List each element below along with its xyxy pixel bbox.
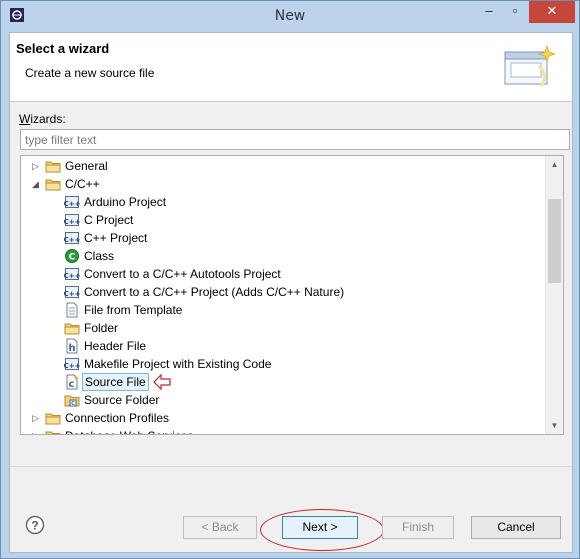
folder-icon <box>64 320 80 336</box>
svg-text:C++: C++ <box>64 272 80 280</box>
tree-item-label: Connection Profiles <box>65 411 170 425</box>
tree-item-label: General <box>65 159 108 173</box>
svg-text:C: C <box>69 253 76 263</box>
tree-item-label: Makefile Project with Existing Code <box>84 357 272 371</box>
cpp-project-icon: C++ <box>64 356 81 372</box>
svg-text:h: h <box>68 343 75 354</box>
tree-item[interactable]: C Class <box>21 247 541 265</box>
vertical-scrollbar[interactable]: ▲ ▼ <box>545 156 563 434</box>
finish-button[interactable]: Finish <box>382 516 454 539</box>
wizard-banner-icon <box>504 45 555 87</box>
new-wizard-window: New – ▫ ✕ Select a wizard Create a new s… <box>0 0 580 559</box>
class-icon: C <box>64 248 80 264</box>
svg-text:C++: C++ <box>64 236 80 244</box>
tree-item-label: C/C++ <box>65 177 100 191</box>
tree-item[interactable]: C++ C Project <box>21 211 541 229</box>
tree-item-label: Folder <box>84 321 119 335</box>
collapsed-arrow-icon[interactable]: ▷ <box>32 413 42 423</box>
tree-item-label: C++ Project <box>84 231 148 245</box>
help-icon[interactable]: ? <box>25 515 45 535</box>
tree-item-label: Source File <box>82 373 149 391</box>
tree-item[interactable]: C++ Convert to a C/C++ Project (Adds C/C+… <box>21 283 541 301</box>
cpp-project-icon: C++ <box>64 230 81 246</box>
tree-item[interactable]: ◢ C/C++ <box>21 175 541 193</box>
tree-item-label: Convert to a C/C++ Project (Adds C/C++ N… <box>84 285 345 299</box>
folder-icon <box>45 176 61 192</box>
tree-item[interactable]: File from Template <box>21 301 541 319</box>
svg-text:?: ? <box>31 519 38 533</box>
tree-item-label: Convert to a C/C++ Autotools Project <box>84 267 281 281</box>
collapsed-arrow-icon[interactable]: ▷ <box>32 161 42 171</box>
tree-item-label: C Project <box>84 213 134 227</box>
maximize-button[interactable]: ▫ <box>502 1 528 23</box>
tree-item[interactable]: ▷ General <box>21 157 541 175</box>
next-highlight-circle <box>260 509 384 551</box>
header-file-icon: h <box>64 338 80 354</box>
tree-item[interactable]: ▷ Database Web Services <box>21 427 541 434</box>
tree-item[interactable]: C++ Convert to a C/C++ Autotools Project <box>21 265 541 283</box>
filter-input[interactable] <box>20 129 570 150</box>
source-folder-icon: C <box>64 392 80 408</box>
cpp-project-icon: C++ <box>64 194 81 210</box>
tree-item[interactable]: ▷ Connection Profiles <box>21 409 541 427</box>
wizard-tree: ▷ General ◢ C/C++ C++ Arduino Project C++ C Pro… <box>20 155 564 435</box>
banner-title: Select a wizard <box>16 41 110 56</box>
tree-item[interactable]: c Source File <box>21 373 541 391</box>
scroll-thumb[interactable] <box>548 199 561 283</box>
tree-item-label: Database Web Services <box>63 427 196 434</box>
folder-icon <box>45 158 61 174</box>
cpp-project-icon: C++ <box>64 284 81 300</box>
wizards-label: Wizards: <box>19 112 66 126</box>
dialog-client: Select a wizard Create a new source file… <box>9 32 573 553</box>
collapsed-arrow-icon[interactable]: ▷ <box>32 431 42 434</box>
close-button[interactable]: ✕ <box>529 1 575 23</box>
tree-item-label: Arduino Project <box>84 195 167 209</box>
tree-item-label: Header File <box>84 339 147 353</box>
footer-separator <box>10 466 572 467</box>
scroll-down-arrow-icon[interactable]: ▼ <box>546 417 563 434</box>
tree-item[interactable]: C Source Folder <box>21 391 541 409</box>
banner-description: Create a new source file <box>25 66 155 80</box>
cancel-button[interactable]: Cancel <box>471 516 561 539</box>
scroll-up-arrow-icon[interactable]: ▲ <box>546 156 563 173</box>
svg-text:C: C <box>71 401 75 407</box>
tree-item[interactable]: C++ Makefile Project with Existing Code <box>21 355 541 373</box>
cpp-project-icon: C++ <box>64 212 81 228</box>
title-bar: New – ▫ ✕ <box>1 1 579 31</box>
svg-text:C++: C++ <box>64 362 80 370</box>
svg-text:C++: C++ <box>64 290 80 298</box>
tree-item-label: Source Folder <box>84 393 160 407</box>
back-button[interactable]: < Back <box>183 516 257 539</box>
tree-item[interactable]: h Header File <box>21 337 541 355</box>
svg-text:C++: C++ <box>64 218 80 226</box>
tree-item-label: File from Template <box>84 303 183 317</box>
tree-item-label: Class <box>84 249 115 263</box>
expanded-arrow-icon[interactable]: ◢ <box>32 179 42 189</box>
tree-item[interactable]: C++ C++ Project <box>21 229 541 247</box>
cpp-project-icon: C++ <box>64 266 81 282</box>
minimize-button[interactable]: – <box>476 1 502 23</box>
folder-icon <box>45 428 61 434</box>
tree-item[interactable]: Folder <box>21 319 541 337</box>
file-icon <box>64 302 80 318</box>
svg-text:C++: C++ <box>64 200 80 208</box>
wizard-banner: Select a wizard Create a new source file <box>10 33 572 102</box>
svg-text:c: c <box>69 379 75 390</box>
source-file-icon: c <box>64 374 80 390</box>
tree-item[interactable]: C++ Arduino Project <box>21 193 541 211</box>
folder-icon <box>45 410 61 426</box>
